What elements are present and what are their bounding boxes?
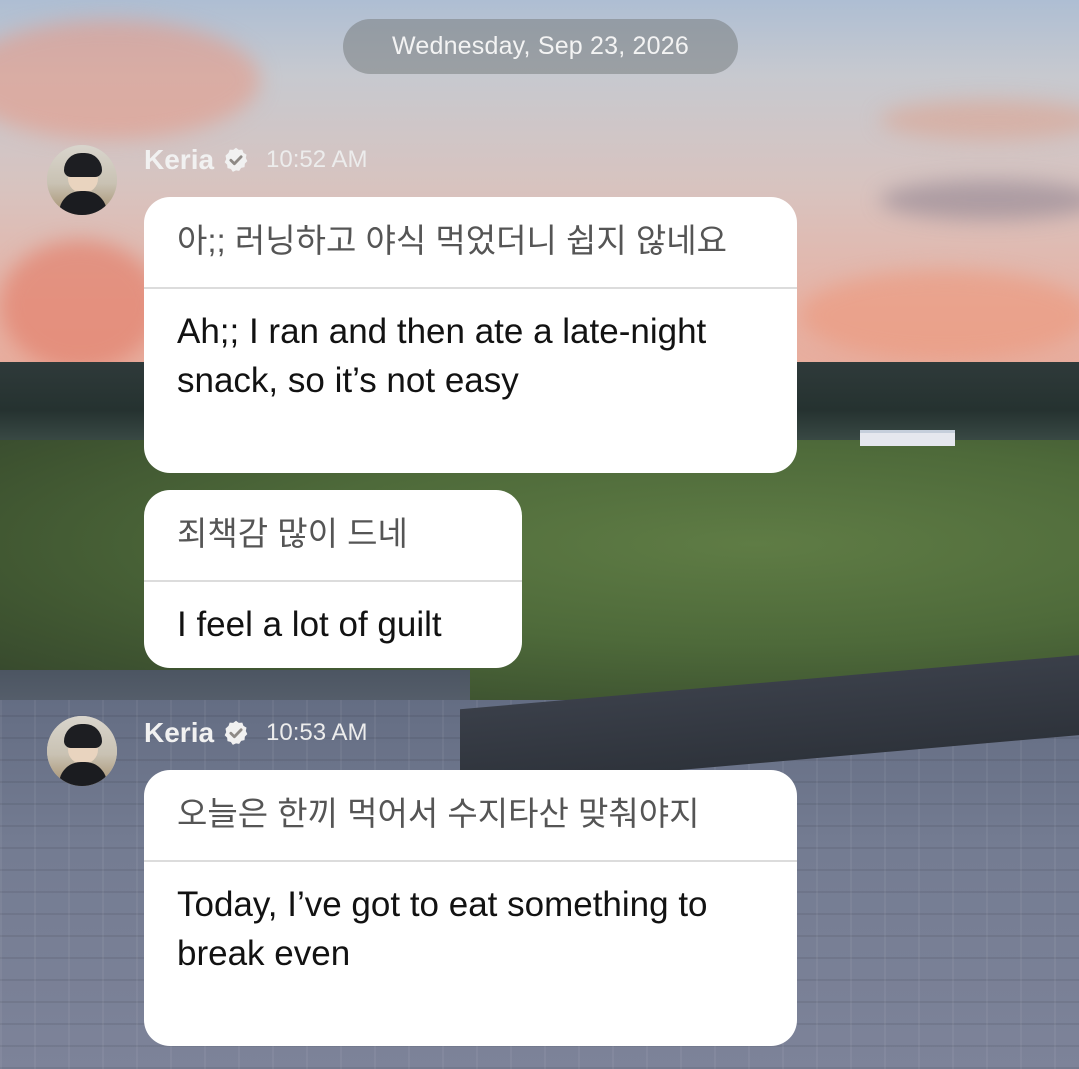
original-text: 오늘은 한끼 먹어서 수지타산 맞춰야지 (177, 795, 700, 832)
message-bubble[interactable]: 아;; 러닝하고 야식 먹었더니 쉽지 않네요 Ah;; I ran and t… (144, 197, 797, 473)
avatar[interactable] (47, 145, 117, 215)
wallpaper-cloud (0, 240, 160, 370)
avatar[interactable] (47, 716, 117, 786)
message-header: Keria 10:52 AM (144, 140, 367, 180)
verified-check-icon (224, 147, 248, 172)
original-text: 죄책감 많이 드네 (177, 515, 408, 552)
message-bubble[interactable]: 죄책감 많이 드네 I feel a lot of guilt (144, 490, 522, 668)
verified-check-icon (224, 720, 248, 745)
wallpaper-building (860, 430, 955, 446)
translated-text: Today, I’ve got to eat something to brea… (177, 885, 708, 973)
message-time: 10:52 AM (266, 146, 368, 173)
date-separator: Wednesday, Sep 23, 2026 (343, 19, 738, 74)
message-bubble[interactable]: 오늘은 한끼 먹어서 수지타산 맞춰야지 Today, I’ve got to … (144, 770, 797, 1046)
translated-text: I feel a lot of guilt (177, 605, 442, 644)
sender-name[interactable]: Keria (144, 717, 214, 749)
message-header: Keria 10:53 AM (144, 713, 367, 753)
sender-name[interactable]: Keria (144, 144, 214, 176)
original-text: 아;; 러닝하고 야식 먹었더니 쉽지 않네요 (177, 222, 727, 259)
wallpaper-cloud (800, 270, 1079, 360)
translated-text: Ah;; I ran and then ate a late-night sna… (177, 312, 707, 400)
message-time: 10:53 AM (266, 719, 368, 746)
